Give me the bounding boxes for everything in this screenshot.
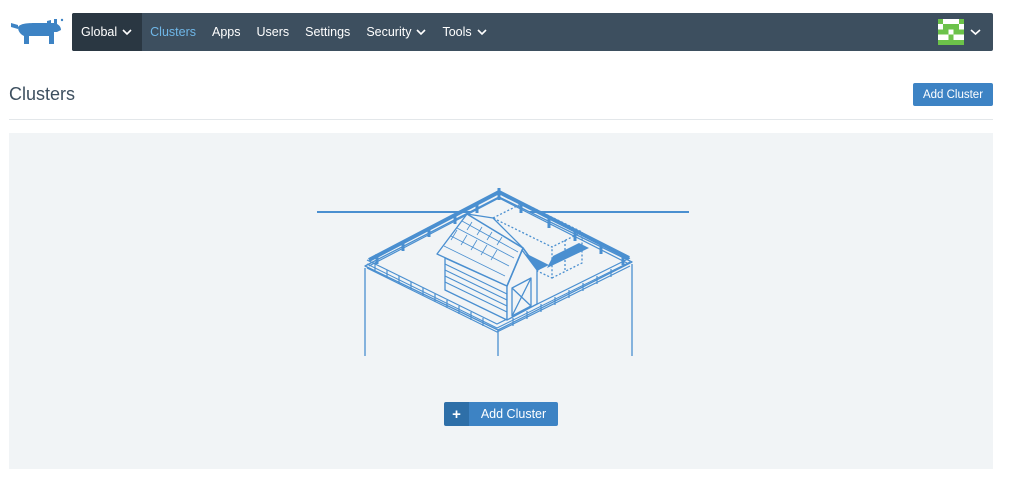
nav-item-settings-label: Settings bbox=[305, 25, 351, 39]
add-cluster-button-primary[interactable]: + Add Cluster bbox=[444, 402, 558, 426]
add-cluster-button[interactable]: Add Cluster bbox=[913, 83, 993, 106]
nav-item-clusters-label: Clusters bbox=[150, 25, 196, 39]
chevron-down-icon bbox=[122, 29, 132, 36]
chevron-down-icon bbox=[970, 29, 981, 36]
chevron-down-icon bbox=[416, 29, 427, 36]
nav-item-settings[interactable]: Settings bbox=[297, 13, 358, 51]
nav-item-clusters[interactable]: Clusters bbox=[142, 13, 204, 51]
rancher-logo-icon[interactable] bbox=[9, 14, 65, 50]
nav-item-apps[interactable]: Apps bbox=[204, 13, 249, 51]
avatar bbox=[938, 19, 964, 45]
plus-icon: + bbox=[444, 402, 469, 426]
nav-item-tools-label: Tools bbox=[442, 25, 472, 39]
top-navigation-bar: Global Clusters Apps Users Settings Secu… bbox=[72, 13, 993, 51]
global-menu[interactable]: Global bbox=[72, 13, 143, 51]
empty-state-panel: + Add Cluster bbox=[9, 133, 993, 469]
nav-item-apps-label: Apps bbox=[211, 25, 241, 39]
header-divider bbox=[9, 119, 993, 120]
user-menu[interactable] bbox=[938, 18, 981, 46]
nav-item-users-label: Users bbox=[256, 25, 290, 39]
nav-item-tools[interactable]: Tools bbox=[434, 13, 494, 51]
nav-item-users[interactable]: Users bbox=[248, 13, 297, 51]
page-title: Clusters bbox=[9, 84, 76, 104]
chevron-down-icon bbox=[477, 29, 487, 36]
add-cluster-label: Add Cluster bbox=[469, 402, 558, 426]
global-label: Global bbox=[81, 25, 118, 39]
barn-farm-illustration bbox=[317, 188, 689, 356]
nav-item-security[interactable]: Security bbox=[358, 13, 434, 51]
nav-item-security-label: Security bbox=[366, 25, 412, 39]
